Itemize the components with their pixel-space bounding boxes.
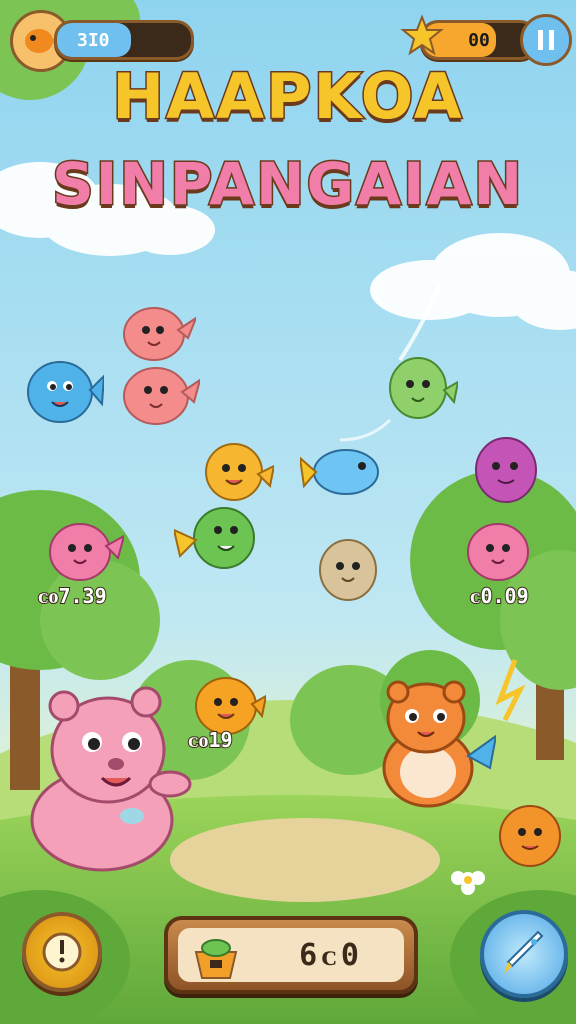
rocket-icon (504, 930, 544, 974)
pink-bird-right-tree[interactable] (460, 516, 536, 582)
blue-fish-center[interactable] (300, 444, 382, 500)
score-label-right-tree: ᴄ0.09 (469, 583, 530, 609)
pause-icon (538, 30, 554, 50)
game-scene: 3I0 00 HAAPKOA SINPANGAIAN ᴄᴏ7.39 ᴄ0.09 … (0, 0, 576, 1024)
pause-button[interactable] (520, 14, 572, 66)
bottom-score-value: 6ᴄ0 (299, 937, 363, 973)
blue-fish-left[interactable] (20, 350, 104, 430)
score-label-left-tree: ᴄᴏ7.39 (37, 583, 108, 609)
alarm-clock-button[interactable] (22, 912, 102, 992)
star-icon (400, 14, 444, 58)
coins-value: 3I0 (77, 29, 110, 51)
basket-icon (194, 939, 238, 979)
bottom-score-panel: 6ᴄ0 (164, 916, 418, 994)
pink-bird-left-tree[interactable] (40, 516, 124, 582)
green-fish[interactable] (174, 500, 258, 574)
alarm-clock-icon (42, 932, 82, 972)
orange-hamster[interactable] (372, 676, 496, 808)
rocket-button[interactable] (480, 910, 568, 998)
game-title-line2: SINPANGAIAN (50, 149, 524, 220)
bottom-score-inner: 6ᴄ0 (178, 928, 404, 982)
game-title-line1: HAAPKOA (111, 59, 464, 135)
beige-bird[interactable] (314, 530, 386, 604)
orange-fish-bottom[interactable] (494, 796, 568, 872)
pink-bear[interactable] (12, 680, 192, 880)
coins-bar: 3I0 (54, 20, 194, 60)
score-label-orange-chick: ᴄᴏ19 (187, 727, 234, 753)
pink-bird-top[interactable] (118, 300, 196, 364)
pink-bird-middle[interactable] (116, 358, 200, 430)
purple-blob-right[interactable] (468, 430, 544, 506)
yellow-chick[interactable] (202, 436, 274, 504)
green-bird-right[interactable] (384, 350, 458, 424)
orange-chick[interactable] (190, 670, 266, 736)
